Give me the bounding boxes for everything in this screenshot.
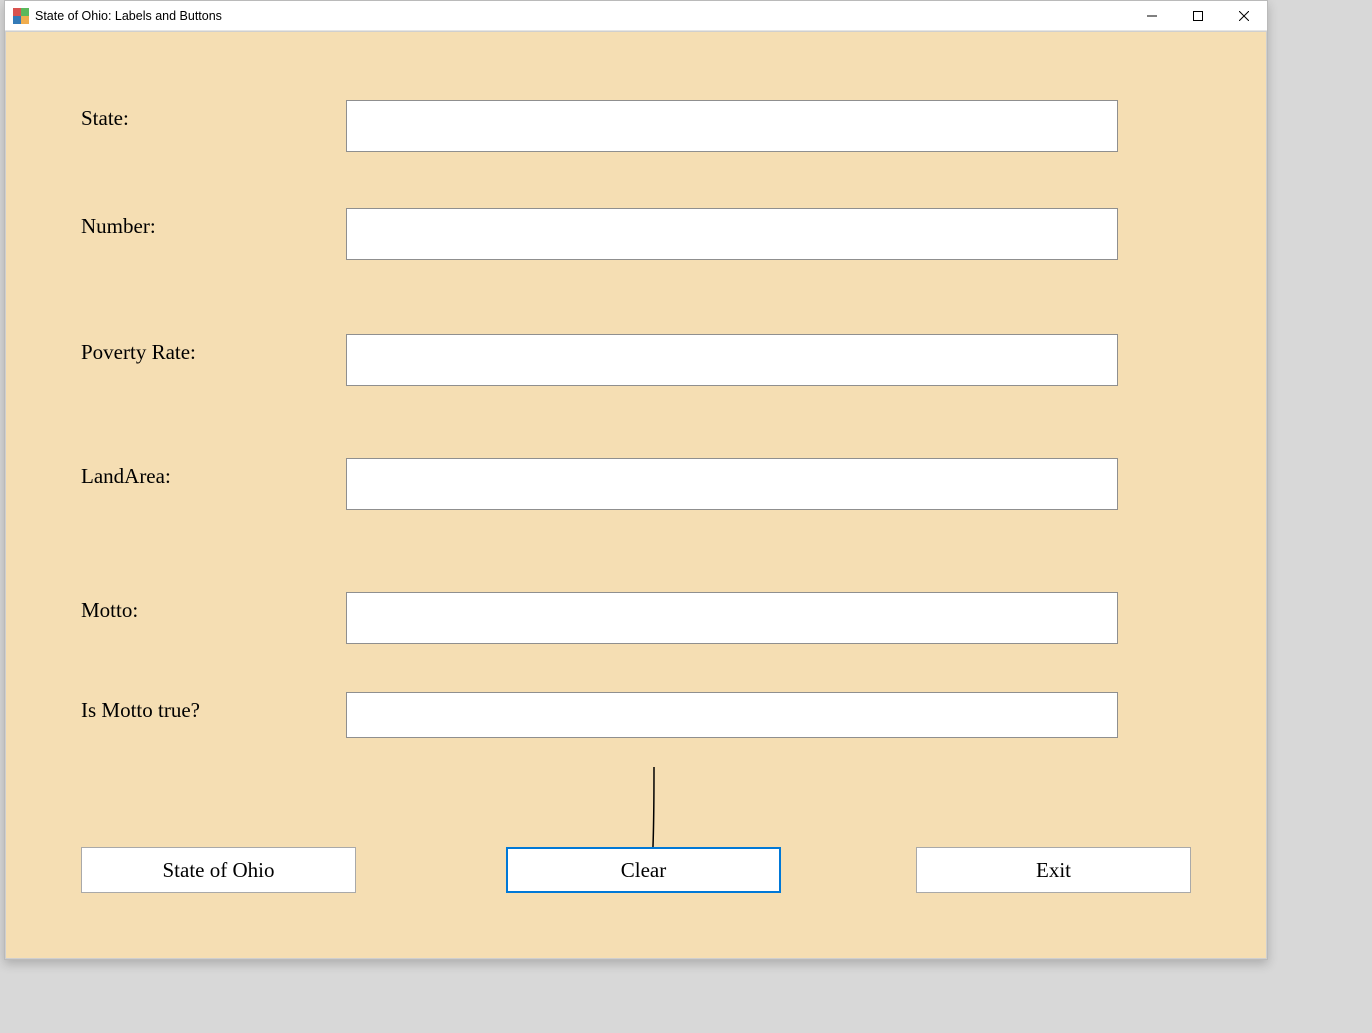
- state-field[interactable]: [346, 100, 1118, 152]
- motto-field[interactable]: [346, 592, 1118, 644]
- exit-button[interactable]: Exit: [916, 847, 1191, 893]
- app-icon: [13, 8, 29, 24]
- clear-button[interactable]: Clear: [506, 847, 781, 893]
- app-window: State of Ohio: Labels and Buttons State:…: [4, 0, 1268, 960]
- number-field[interactable]: [346, 208, 1118, 260]
- motto-label: Motto:: [6, 592, 346, 623]
- window-title: State of Ohio: Labels and Buttons: [35, 9, 1129, 23]
- land-area-label: LandArea:: [6, 458, 346, 489]
- titlebar: State of Ohio: Labels and Buttons: [5, 1, 1267, 31]
- form-body: State: Number: Poverty Rate: LandArea: M…: [5, 31, 1267, 959]
- is-motto-true-field[interactable]: [346, 692, 1118, 738]
- window-controls: [1129, 1, 1267, 30]
- close-button[interactable]: [1221, 1, 1267, 30]
- poverty-rate-field[interactable]: [346, 334, 1118, 386]
- poverty-rate-label: Poverty Rate:: [6, 334, 346, 365]
- number-label: Number:: [6, 208, 346, 239]
- state-label: State:: [6, 100, 346, 131]
- maximize-button[interactable]: [1175, 1, 1221, 30]
- minimize-button[interactable]: [1129, 1, 1175, 30]
- is-motto-true-label: Is Motto true?: [6, 692, 346, 723]
- state-of-ohio-button[interactable]: State of Ohio: [81, 847, 356, 893]
- land-area-field[interactable]: [346, 458, 1118, 510]
